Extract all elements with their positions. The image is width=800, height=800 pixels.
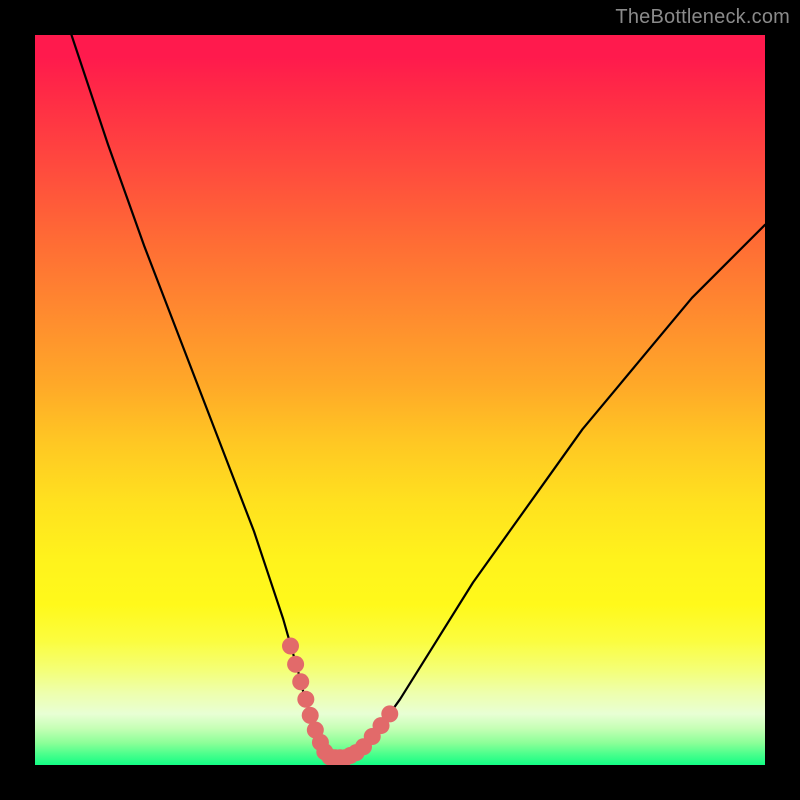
marker-group: [282, 638, 398, 765]
chart-svg: [35, 35, 765, 765]
marker-dot: [292, 673, 309, 690]
watermark-text: TheBottleneck.com: [615, 6, 790, 29]
marker-dot: [302, 707, 319, 724]
marker-dot: [381, 705, 398, 722]
chart-stage: TheBottleneck.com: [0, 0, 800, 800]
marker-dot: [287, 656, 304, 673]
marker-dot: [282, 638, 299, 655]
marker-dot: [297, 691, 314, 708]
curve-path: [72, 35, 766, 758]
plot-area: [35, 35, 765, 765]
